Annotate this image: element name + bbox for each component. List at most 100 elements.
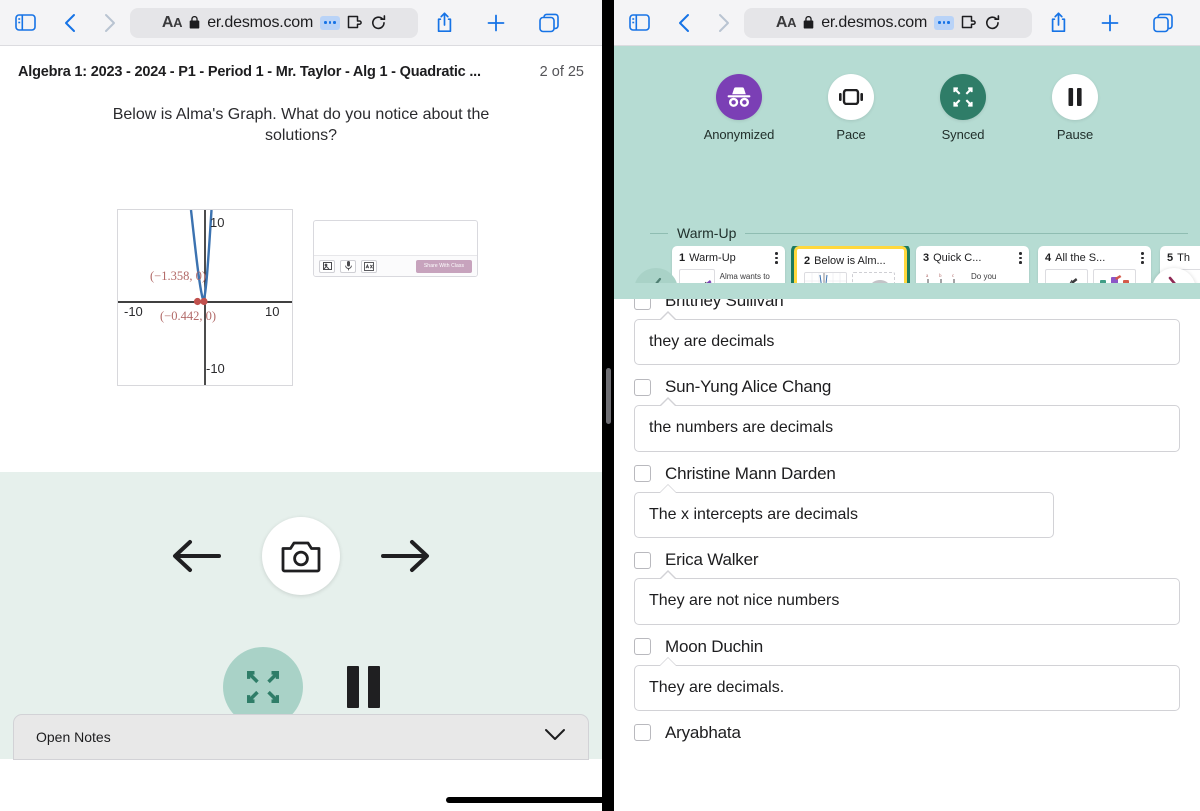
student-row[interactable]: Aryabhata: [634, 715, 1180, 751]
graph-svg: 10 -10 10 -10 (−1.358, 0) (−0.442, 0): [118, 210, 292, 385]
image-icon[interactable]: [319, 259, 335, 273]
mode-anonymized[interactable]: Anonymized: [696, 74, 782, 142]
page-zoom-button[interactable]: AA: [162, 14, 183, 32]
slide-menu-icon[interactable]: [1017, 252, 1022, 264]
extensions-icon[interactable]: [347, 15, 364, 30]
url-text: er.desmos.com: [207, 13, 314, 31]
slide-menu-icon[interactable]: [773, 252, 778, 264]
mode-label: Pace: [836, 127, 866, 142]
ipad-split-view: AA er.desmos.com Algebra 1: 2023 - 2024 …: [0, 0, 1200, 811]
reader-mode-icon[interactable]: [320, 15, 341, 30]
teacher-control-strip: Open Notes: [0, 472, 602, 760]
student-name: Christine Mann Darden: [665, 463, 836, 483]
student-response: they are decimals: [634, 310, 1180, 366]
svg-text:a: a: [926, 274, 929, 279]
reload-icon[interactable]: [985, 14, 1000, 31]
slide-counter: 2 of 25: [539, 64, 584, 80]
tab-overview-icon[interactable]: [1136, 13, 1190, 33]
student-response: The x intercepts are decimals: [634, 483, 1055, 539]
sidebar-icon[interactable]: [0, 14, 50, 31]
mode-label: Synced: [941, 127, 985, 142]
url-bar[interactable]: AA er.desmos.com: [744, 7, 1032, 38]
url-text: er.desmos.com: [821, 13, 928, 31]
slide-number: 5: [1167, 252, 1174, 264]
safari-toolbar-left: AA er.desmos.com: [0, 0, 602, 46]
slide-title: Quick C...: [933, 252, 982, 264]
open-notes-bar[interactable]: Open Notes: [13, 714, 589, 760]
student-name: Sun-Yung Alice Chang: [665, 377, 832, 397]
slide-number: 1: [679, 252, 686, 264]
reader-mode-icon[interactable]: [934, 15, 955, 30]
url-bar[interactable]: AA er.desmos.com: [130, 7, 418, 38]
mode-label: Anonymized: [703, 127, 775, 142]
student-response: the numbers are decimals: [634, 397, 1180, 452]
new-tab-plus-icon[interactable]: [470, 13, 522, 33]
mode-toggle-row: Anonymized Pace Synced Pause: [614, 46, 1200, 142]
synced-icon: [940, 74, 986, 120]
teacher-dashboard-header: Anonymized Pace Synced Pause Warm-Up 1 W…: [614, 46, 1200, 337]
section-divider: Warm-Up: [650, 225, 1188, 241]
next-slide-button[interactable]: [378, 528, 434, 584]
mode-pace[interactable]: Pace: [808, 74, 894, 142]
previous-slide-button[interactable]: [168, 528, 224, 584]
reload-icon[interactable]: [371, 14, 386, 31]
slide-title: Below is Alm...: [814, 255, 886, 267]
split-view-divider[interactable]: [602, 0, 614, 811]
back-chevron-icon[interactable]: [664, 13, 704, 33]
slide-nav-row: [0, 517, 602, 595]
student-row[interactable]: Christine Mann Darden The x intercepts a…: [634, 456, 1180, 539]
left-browser-pane: AA er.desmos.com Algebra 1: 2023 - 2024 …: [0, 0, 602, 811]
student-name: Aryabhata: [665, 722, 741, 742]
list-scroll-mask: [614, 283, 1200, 299]
prompt-text: Below is Alma's Graph. What do you notic…: [112, 106, 490, 145]
tab-overview-icon[interactable]: [522, 13, 576, 33]
extensions-icon[interactable]: [961, 15, 978, 30]
new-tab-plus-icon[interactable]: [1084, 13, 1136, 33]
student-row[interactable]: Erica Walker They are not nice numbers: [634, 542, 1180, 625]
activity-title: Algebra 1: 2023 - 2024 - P1 - Period 1 -…: [18, 64, 481, 80]
split-view-grip[interactable]: [605, 368, 611, 424]
math-keyboard-icon[interactable]: [361, 259, 377, 273]
sidebar-icon[interactable]: [614, 14, 664, 31]
synced-icon: [246, 671, 279, 703]
activity-header: Algebra 1: 2023 - 2024 - P1 - Period 1 -…: [0, 46, 602, 98]
section-label: Warm-Up: [677, 225, 737, 241]
pace-icon: [828, 74, 874, 120]
response-card-toolbar: Share With Class: [314, 255, 477, 276]
share-icon[interactable]: [1032, 12, 1084, 33]
back-chevron-icon[interactable]: [50, 13, 90, 33]
forward-chevron-icon[interactable]: [90, 13, 130, 33]
share-with-class-button[interactable]: Share With Class: [416, 259, 472, 273]
slide-title: Warm-Up: [689, 252, 736, 264]
mode-synced[interactable]: Synced: [920, 74, 1006, 142]
student-name: Moon Duchin: [665, 636, 763, 656]
microphone-icon[interactable]: [340, 259, 356, 273]
student-response-card[interactable]: Share With Class: [313, 220, 478, 277]
svg-text:b: b: [939, 274, 942, 279]
svg-text:(−1.358, 0): (−1.358, 0): [150, 269, 206, 283]
pause-button[interactable]: [346, 666, 380, 708]
student-checkbox[interactable]: [634, 465, 651, 483]
chevron-down-icon[interactable]: [544, 728, 566, 746]
page-zoom-button[interactable]: AA: [776, 14, 797, 32]
mode-pause[interactable]: Pause: [1032, 74, 1118, 142]
student-checkbox[interactable]: [634, 378, 651, 396]
right-browser-pane: AA er.desmos.com Anonymized Pace Synced …: [614, 0, 1200, 811]
student-row[interactable]: Sun-Yung Alice Chang the numbers are dec…: [634, 369, 1180, 452]
student-checkbox[interactable]: [634, 724, 651, 742]
desmos-graph[interactable]: 10 -10 10 -10 (−1.358, 0) (−0.442, 0): [117, 209, 293, 386]
student-checkbox[interactable]: [634, 638, 651, 656]
home-indicator: [446, 797, 602, 803]
student-row[interactable]: Moon Duchin They are decimals.: [634, 629, 1180, 711]
slide-menu-icon[interactable]: [1139, 252, 1144, 264]
slide-title: Th: [1177, 252, 1190, 264]
student-response: They are not nice numbers: [634, 570, 1180, 625]
camera-snapshot-button[interactable]: [262, 517, 340, 595]
student-checkbox[interactable]: [634, 551, 651, 569]
svg-text:10: 10: [265, 304, 279, 319]
svg-text:10: 10: [210, 215, 224, 230]
lock-icon: [803, 16, 814, 29]
student-responses-list[interactable]: Brittney Sullivan they are decimals Sun-…: [614, 283, 1200, 811]
share-icon[interactable]: [418, 12, 470, 33]
forward-chevron-icon[interactable]: [704, 13, 744, 33]
